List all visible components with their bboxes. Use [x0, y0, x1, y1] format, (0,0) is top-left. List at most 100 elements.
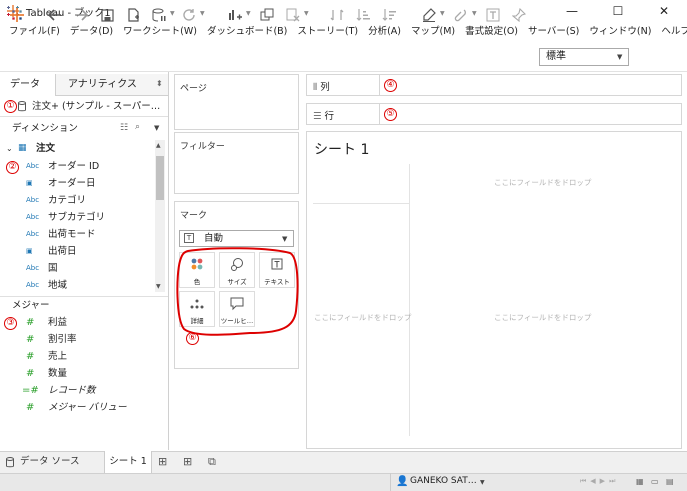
- menu-format[interactable]: 書式設定(O): [460, 22, 523, 42]
- measure-field[interactable]: # 利益: [0, 314, 160, 331]
- scroll-up-icon[interactable]: ▲: [156, 142, 161, 149]
- dimension-field[interactable]: Abc 地域: [0, 277, 160, 294]
- minimize-button[interactable]: —: [549, 0, 595, 22]
- rows-drop-zone[interactable]: ここにフィールドをドロップ: [314, 312, 411, 323]
- fit-select[interactable]: 標準: [539, 48, 629, 66]
- field-label: 割引率: [48, 334, 77, 345]
- pane-menu-icon[interactable]: ⬍: [156, 79, 163, 88]
- view-divider: [313, 203, 409, 204]
- field-label: オーダー日: [48, 178, 96, 189]
- menu-window[interactable]: ウィンドウ(N): [584, 22, 656, 42]
- scrollbar-thumb[interactable]: [156, 156, 164, 200]
- dimension-field[interactable]: Abc 出荷モード: [0, 226, 160, 243]
- measure-field[interactable]: # 割引率: [0, 331, 160, 348]
- show-filmstrip-icon[interactable]: ▦: [636, 477, 644, 486]
- menu-analysis[interactable]: 分析(A): [363, 22, 406, 42]
- sheet-navigation[interactable]: ⏮◀▶⏭: [580, 477, 619, 486]
- field-label: 地域: [48, 280, 68, 291]
- database-icon: [18, 101, 26, 112]
- number-type-icon: #: [26, 351, 35, 362]
- dimension-field[interactable]: Abc サブカテゴリ: [0, 209, 160, 226]
- new-story-icon[interactable]: ⧉: [208, 455, 216, 469]
- tab-data[interactable]: データ: [0, 74, 56, 96]
- chevron-down-icon[interactable]: ▼: [154, 124, 159, 132]
- tab-analytics[interactable]: アナリティクス: [56, 74, 156, 96]
- menu-worksheet[interactable]: ワークシート(W): [118, 22, 202, 42]
- chevron-down-icon[interactable]: ▼: [170, 10, 175, 17]
- search-icon[interactable]: ⌕: [135, 122, 140, 132]
- dimension-field[interactable]: Abc 国: [0, 260, 160, 277]
- measure-field[interactable]: =# レコード数: [0, 382, 160, 399]
- menu-story[interactable]: ストーリー(T): [292, 22, 363, 42]
- clear-sheet-icon[interactable]: [284, 6, 302, 24]
- number-type-icon: #: [26, 334, 35, 345]
- collapse-icon[interactable]: ⌄: [6, 140, 13, 157]
- swap-rows-columns-icon[interactable]: [328, 6, 346, 24]
- pause-updates-icon[interactable]: [150, 6, 168, 24]
- sheet-title[interactable]: シート 1: [314, 139, 369, 159]
- chevron-down-icon[interactable]: ▼: [440, 10, 445, 17]
- dimension-field[interactable]: ▣ 出荷日: [0, 243, 160, 260]
- view-toggle-icon[interactable]: ☷: [120, 123, 128, 133]
- dimension-field[interactable]: ▣ オーダー日: [0, 175, 160, 192]
- chevron-down-icon[interactable]: ▼: [472, 10, 477, 17]
- geo-string-type-icon: Abc: [26, 264, 40, 272]
- measure-field[interactable]: # 売上: [0, 348, 160, 365]
- datasource-tab[interactable]: データ ソース: [0, 451, 102, 473]
- sheet-tab[interactable]: シート 1: [104, 451, 152, 473]
- save-icon[interactable]: [98, 6, 116, 24]
- highlight-icon[interactable]: [420, 6, 438, 24]
- chevron-down-icon[interactable]: ▼: [282, 235, 287, 243]
- group-members-icon[interactable]: [452, 6, 470, 24]
- pane-divider[interactable]: [168, 72, 169, 450]
- menu-file[interactable]: ファイル(F): [4, 22, 65, 42]
- new-worksheet-icon[interactable]: [226, 6, 244, 24]
- dimension-field[interactable]: Abc カテゴリ: [0, 192, 160, 209]
- refresh-icon[interactable]: [180, 6, 198, 24]
- menu-map[interactable]: マップ(M): [406, 22, 460, 42]
- measure-field[interactable]: # 数量: [0, 365, 160, 382]
- show-mark-labels-icon[interactable]: [484, 6, 502, 24]
- duplicate-sheet-icon[interactable]: [258, 6, 276, 24]
- number-type-icon: #: [26, 402, 35, 413]
- new-dashboard-icon[interactable]: ⊞: [183, 455, 192, 468]
- marks-title: マーク: [180, 211, 208, 221]
- chevron-down-icon[interactable]: ▼: [200, 10, 205, 17]
- sort-ascending-icon[interactable]: [354, 6, 372, 24]
- table-item[interactable]: ⌄ ▦ 注文: [0, 140, 160, 157]
- filters-card[interactable]: フィルター: [174, 132, 299, 194]
- new-worksheet-icon[interactable]: ⊞: [158, 455, 167, 468]
- pin-axes-icon[interactable]: [510, 6, 528, 24]
- pages-card[interactable]: ページ: [174, 74, 299, 130]
- chevron-down-icon[interactable]: ▼: [304, 10, 309, 17]
- table-icon: ▦: [18, 143, 27, 153]
- annotation-2: ②: [6, 161, 19, 174]
- date-type-icon: ▣: [26, 247, 33, 255]
- scroll-down-icon[interactable]: ▼: [156, 283, 161, 290]
- undo-icon[interactable]: [46, 6, 64, 24]
- date-type-icon: ▣: [26, 179, 33, 187]
- menu-help[interactable]: ヘルプ(H): [656, 22, 687, 42]
- menu-dashboard[interactable]: ダッシュボード(B): [202, 22, 292, 42]
- redo-icon[interactable]: [72, 6, 90, 24]
- chevron-down-icon[interactable]: ▼: [480, 479, 485, 486]
- columns-drop-zone[interactable]: ここにフィールドをドロップ: [494, 177, 591, 188]
- new-datasource-icon[interactable]: [124, 6, 142, 24]
- show-sheet-sorter-icon[interactable]: ▤: [666, 477, 674, 486]
- rows-shelf[interactable]: ☰ 行: [306, 103, 682, 125]
- sort-descending-icon[interactable]: [380, 6, 398, 24]
- columns-shelf[interactable]: ⦀ 列: [306, 74, 682, 96]
- view-drop-zone[interactable]: ここにフィールドをドロップ: [494, 312, 591, 323]
- maximize-button[interactable]: ☐: [595, 0, 641, 22]
- chevron-down-icon[interactable]: ▼: [617, 53, 622, 61]
- dimension-field[interactable]: Abc オーダー ID: [0, 158, 160, 175]
- measure-field[interactable]: # メジャー バリュー: [0, 399, 160, 416]
- chevron-down-icon[interactable]: ▼: [246, 10, 251, 17]
- show-tabs-icon[interactable]: ▭: [651, 477, 659, 486]
- annotation-1: ①: [4, 100, 17, 113]
- close-button[interactable]: ✕: [641, 0, 687, 22]
- tableau-home-icon[interactable]: [8, 6, 26, 24]
- menu-data[interactable]: データ(D): [65, 22, 118, 42]
- user-name[interactable]: GANEKO SAT…: [410, 476, 477, 486]
- menu-server[interactable]: サーバー(S): [523, 22, 584, 42]
